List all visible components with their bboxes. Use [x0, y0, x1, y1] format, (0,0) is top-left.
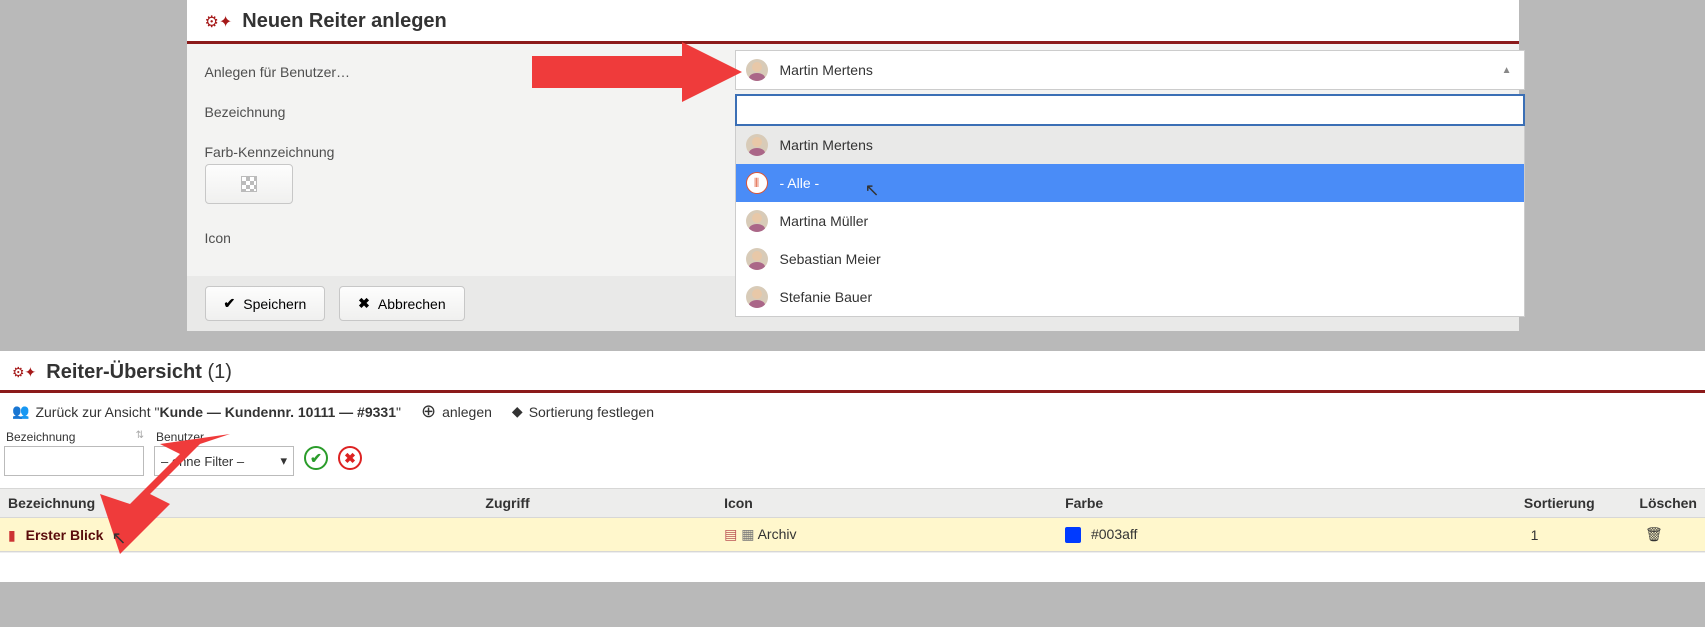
- all-icon: [746, 172, 768, 194]
- gear-icon: ⚙✦: [12, 364, 36, 381]
- row-icon-label: Archiv: [758, 526, 797, 542]
- user-option-label: Martina Müller: [780, 213, 869, 229]
- user-option-label: Stefanie Bauer: [780, 289, 873, 305]
- user-option-label: Sebastian Meier: [780, 251, 881, 267]
- label-icon: Icon: [205, 230, 535, 246]
- user-select-list: Martin Mertens - Alle - Martina Müller Seba…: [735, 126, 1525, 317]
- form-area: Anlegen für Benutzer… Bezeichnung Farb-K…: [187, 44, 1519, 276]
- archive-icon-2: ▦: [741, 526, 754, 542]
- avatar-icon: [746, 210, 768, 232]
- table-row[interactable]: ▮ Erster Blick ↖ ▤ ▦ Archiv #003aff 1 🗑: [0, 518, 1705, 552]
- color-swatch-icon: [241, 176, 257, 192]
- back-link[interactable]: 👥 Zurück zur Ansicht "Kunde — Kundennr. …: [12, 403, 401, 420]
- avatar-icon: [746, 248, 768, 270]
- caret-up-icon: ▲: [1502, 65, 1512, 76]
- color-picker-button[interactable]: [205, 164, 293, 204]
- archive-icon: ▤: [724, 526, 737, 542]
- gear-icon: ⚙✦: [205, 12, 233, 32]
- sort-icon[interactable]: ⇅: [136, 430, 144, 444]
- row-name: Erster Blick: [26, 527, 104, 543]
- row-color-hex: #003aff: [1091, 526, 1137, 542]
- col-access[interactable]: Zugriff: [477, 489, 716, 518]
- overview-toolbar: 👥 Zurück zur Ansicht "Kunde — Kundennr. …: [0, 393, 1705, 430]
- filter-name-input[interactable]: [4, 446, 144, 476]
- user-option[interactable]: Martin Mertens: [736, 126, 1524, 164]
- user-option[interactable]: - Alle -: [736, 164, 1524, 202]
- col-color[interactable]: Farbe: [1057, 489, 1466, 518]
- book-icon: ▮: [8, 527, 16, 543]
- overview-panel: ⚙✦ Reiter-Übersicht (1) 👥 Zurück zur Ans…: [0, 351, 1705, 582]
- avatar-icon: [746, 286, 768, 308]
- user-option-label: - Alle -: [780, 175, 820, 191]
- filter-name-label: Bezeichnung ⇅: [4, 430, 144, 444]
- user-select[interactable]: Martin Mertens ▲: [735, 50, 1525, 90]
- overview-title: Reiter-Übersicht: [46, 361, 202, 383]
- filter-user-label: Benutzer: [154, 430, 294, 444]
- avatar-icon: [746, 134, 768, 156]
- check-icon: ✔: [224, 295, 236, 312]
- cursor-icon: ↖: [111, 528, 126, 548]
- trash-icon[interactable]: 🗑: [1645, 526, 1663, 542]
- people-icon: 👥: [12, 403, 29, 420]
- plus-circle-icon: ⊕: [421, 401, 436, 422]
- save-button[interactable]: ✔ Speichern: [205, 286, 326, 321]
- user-option-label: Martin Mertens: [780, 137, 873, 153]
- avatar-icon: [746, 59, 768, 81]
- color-chip: [1065, 527, 1081, 543]
- filter-user-select[interactable]: – ohne Filter – ▾: [154, 446, 294, 476]
- panel-header: ⚙✦ Neuen Reiter anlegen: [187, 0, 1519, 44]
- close-icon: ✖: [358, 295, 370, 312]
- label-color: Farb-Kennzeichnung: [205, 144, 535, 160]
- row-sort: 1: [1466, 518, 1602, 552]
- label-user: Anlegen für Benutzer…: [205, 64, 535, 80]
- col-sort[interactable]: Sortierung: [1466, 489, 1602, 518]
- overview-count: (1): [207, 361, 231, 383]
- filter-row: Bezeichnung ⇅ Benutzer – ohne Filter – ▾…: [0, 430, 1705, 488]
- diamond-icon: ◆: [512, 403, 523, 420]
- user-option[interactable]: Stefanie Bauer: [736, 278, 1524, 316]
- chevron-down-icon: ▾: [280, 453, 287, 469]
- filter-apply-button[interactable]: ✔: [304, 446, 328, 470]
- sort-link[interactable]: ◆ Sortierung festlegen: [512, 403, 654, 420]
- col-delete[interactable]: Löschen: [1603, 489, 1705, 518]
- cancel-button[interactable]: ✖ Abbrechen: [339, 286, 464, 321]
- user-option[interactable]: Sebastian Meier: [736, 240, 1524, 278]
- col-icon[interactable]: Icon: [716, 489, 1057, 518]
- overview-table: Bezeichnung Zugriff Icon Farbe Sortierun…: [0, 488, 1705, 552]
- panel-title: Neuen Reiter anlegen: [242, 10, 447, 33]
- label-name: Bezeichnung: [205, 104, 535, 120]
- col-name[interactable]: Bezeichnung: [0, 489, 477, 518]
- user-select-value: Martin Mertens: [780, 62, 873, 78]
- filter-clear-button[interactable]: ✖: [338, 446, 362, 470]
- user-option[interactable]: Martina Müller: [736, 202, 1524, 240]
- create-link[interactable]: ⊕ anlegen: [421, 401, 492, 422]
- user-select-search[interactable]: [735, 94, 1525, 126]
